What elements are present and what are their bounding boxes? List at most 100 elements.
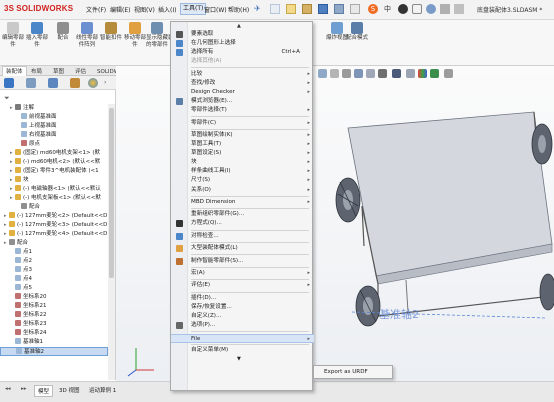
tree-row[interactable]: 原点 bbox=[0, 140, 108, 149]
moon-icon[interactable] bbox=[398, 4, 408, 14]
command-tab[interactable]: 装配体 bbox=[2, 66, 27, 76]
menu-item[interactable]: 自定义菜单(M) bbox=[171, 346, 314, 355]
menu-help[interactable]: 帮助(H) bbox=[228, 5, 249, 14]
menu-item[interactable]: 在几何图形上选择 bbox=[171, 39, 314, 48]
tree-row[interactable]: ▸ (-) 电磁轴器<1> (默认<<默认 bbox=[0, 185, 108, 194]
tree-row[interactable]: 坐标系23 bbox=[0, 320, 108, 329]
tree-row[interactable]: ▸ (-) 电机支架板<1> (默认<<默 bbox=[0, 194, 108, 203]
mecanum-wheel-left[interactable] bbox=[335, 177, 361, 223]
tree-row[interactable]: 点2 bbox=[0, 257, 108, 266]
menu-tools[interactable]: 工具(T) bbox=[180, 3, 207, 15]
tree-row[interactable]: 点5 bbox=[0, 284, 108, 293]
menu-item[interactable]: 插件(D)... bbox=[171, 294, 314, 303]
scrollbar-thumb[interactable] bbox=[109, 108, 114, 278]
menu-item[interactable]: Design Checker ▸ bbox=[171, 88, 314, 97]
tree-row[interactable]: 基准轴1 bbox=[0, 338, 108, 347]
tree-row[interactable]: ▸ 注解 bbox=[0, 104, 108, 113]
menu-item[interactable]: 块 ▸ bbox=[171, 158, 314, 167]
command-button[interactable]: 配合模式 bbox=[346, 22, 368, 42]
menu-item[interactable]: 草图工具(T) ▸ bbox=[171, 140, 314, 149]
configuration-manager-icon[interactable] bbox=[48, 78, 58, 88]
command-button[interactable]: 编辑零部件 bbox=[2, 22, 24, 48]
tab-motion-study[interactable]: 运动算例 1 bbox=[86, 385, 119, 395]
menu-item[interactable]: 制作智能零部件(S)... bbox=[171, 257, 314, 266]
zoom-fit-icon[interactable] bbox=[318, 69, 327, 78]
menu-window[interactable]: 窗口(W) bbox=[204, 5, 227, 14]
tree-row[interactable]: 基准轴2 bbox=[0, 347, 108, 356]
menu-view[interactable]: 视图(V) bbox=[134, 5, 155, 14]
keyboard-icon[interactable] bbox=[412, 4, 422, 14]
hide-show-icon[interactable] bbox=[406, 69, 415, 78]
tab-3d-view[interactable]: 3D 视图 bbox=[56, 385, 82, 395]
menu-item[interactable]: File ▸ bbox=[171, 333, 314, 343]
tree-row[interactable]: 配合 bbox=[0, 203, 108, 212]
tree-row[interactable]: 坐标系24 bbox=[0, 329, 108, 338]
previous-view-icon[interactable] bbox=[342, 69, 351, 78]
new-file-icon[interactable] bbox=[286, 4, 296, 14]
tree-row[interactable]: ▸ 块 bbox=[0, 176, 108, 185]
command-tab[interactable]: 草图 bbox=[50, 67, 67, 75]
pin-icon[interactable]: ✈ bbox=[254, 4, 264, 14]
menu-item[interactable]: 方程式(Q)... bbox=[171, 219, 314, 228]
mecanum-wheel-front[interactable] bbox=[355, 285, 381, 327]
home-icon[interactable] bbox=[270, 4, 280, 14]
tree-row[interactable]: ▸ 配合 bbox=[0, 239, 108, 248]
menu-item[interactable]: 模式浏览器(E)... bbox=[171, 97, 314, 106]
command-button[interactable]: 显示隐藏的零部件 bbox=[146, 22, 168, 48]
menu-item[interactable]: 重新组织零部件(G)... bbox=[171, 210, 314, 219]
solidworks-logo[interactable]: 3S SOLIDWORKS bbox=[4, 4, 73, 13]
property-manager-icon[interactable] bbox=[26, 78, 36, 88]
menu-item[interactable]: 选择其他(A) bbox=[171, 57, 314, 66]
menu-item[interactable]: ▼ bbox=[171, 355, 314, 364]
feature-tree-icon[interactable] bbox=[4, 78, 14, 88]
filter-icon[interactable]: ⏷ bbox=[4, 94, 10, 103]
nav-prev-icon[interactable]: ◂◂ bbox=[2, 385, 14, 393]
menu-item[interactable]: 选项(P)... bbox=[171, 321, 314, 330]
command-button[interactable]: 爆炸视图 bbox=[326, 22, 348, 42]
undo-icon[interactable] bbox=[350, 4, 360, 14]
menu-item[interactable]: 对称检查... bbox=[171, 232, 314, 241]
menu-item[interactable]: 要素选取 bbox=[171, 30, 314, 39]
menu-item[interactable]: 草图设定(S) ▸ bbox=[171, 149, 314, 158]
tree-row[interactable]: 坐标系22 bbox=[0, 311, 108, 320]
command-button[interactable]: 移动零部件 bbox=[124, 22, 146, 48]
view-orientation-icon[interactable] bbox=[378, 69, 387, 78]
display-style-icon[interactable] bbox=[392, 69, 401, 78]
menu-item[interactable]: 查找/修改 ▸ bbox=[171, 79, 314, 88]
tab-model[interactable]: 模型 bbox=[34, 385, 54, 397]
mecanum-wheel-front-right[interactable] bbox=[539, 273, 554, 311]
menu-scroll-up-icon[interactable]: ▲ bbox=[237, 23, 241, 29]
section-view-icon[interactable] bbox=[354, 69, 363, 78]
tree-row[interactable]: ▸ (-) md60电机<2> (默认<<默 bbox=[0, 158, 108, 167]
zoom-area-icon[interactable] bbox=[330, 69, 339, 78]
view-settings-icon[interactable] bbox=[444, 69, 453, 78]
appearance-icon[interactable] bbox=[418, 69, 427, 78]
menu-item[interactable]: MBD Dimension ▸ bbox=[171, 198, 314, 207]
save-icon[interactable] bbox=[318, 4, 328, 14]
user-icon[interactable] bbox=[426, 4, 436, 14]
menu-edit[interactable]: 编辑(E) bbox=[110, 5, 130, 14]
scene-icon[interactable] bbox=[430, 69, 439, 78]
menu-insert[interactable]: 插入(I) bbox=[158, 5, 176, 14]
tree-row[interactable]: 前视基准面 bbox=[0, 113, 108, 122]
menu-item[interactable]: 零部件(C) ▸ bbox=[171, 119, 314, 128]
tree-row[interactable]: 坐标系20 bbox=[0, 293, 108, 302]
print-icon[interactable] bbox=[334, 4, 344, 14]
tree-row[interactable]: 右视基准面 bbox=[0, 131, 108, 140]
command-button[interactable]: 线性零部件阵列 bbox=[76, 22, 98, 48]
menu-scroll-down-icon[interactable]: ▼ bbox=[237, 355, 241, 364]
nav-next-icon[interactable]: ▸▸ bbox=[18, 385, 30, 393]
menu-item[interactable]: 零部件选择(T) ▸ bbox=[171, 106, 314, 115]
menu-item[interactable]: 大型装配体模式(L) bbox=[171, 244, 314, 253]
input-method-icon[interactable]: S bbox=[368, 4, 378, 14]
menu-item[interactable]: 草图绘制实体(K) ▸ bbox=[171, 131, 314, 140]
tree-scrollbar[interactable] bbox=[108, 104, 115, 380]
apps-icon[interactable] bbox=[454, 4, 464, 14]
menu-item[interactable]: 样条曲线工具(I) ▸ bbox=[171, 167, 314, 176]
language-icon[interactable]: 中 bbox=[384, 4, 394, 14]
tree-row[interactable]: 坐标系21 bbox=[0, 302, 108, 311]
menu-item[interactable]: 选择所有 Ctrl+A bbox=[171, 48, 314, 57]
menu-item[interactable]: 自定义(Z)... bbox=[171, 312, 314, 321]
tree-row[interactable]: 点4 bbox=[0, 275, 108, 284]
dimxpert-icon[interactable] bbox=[70, 78, 80, 88]
